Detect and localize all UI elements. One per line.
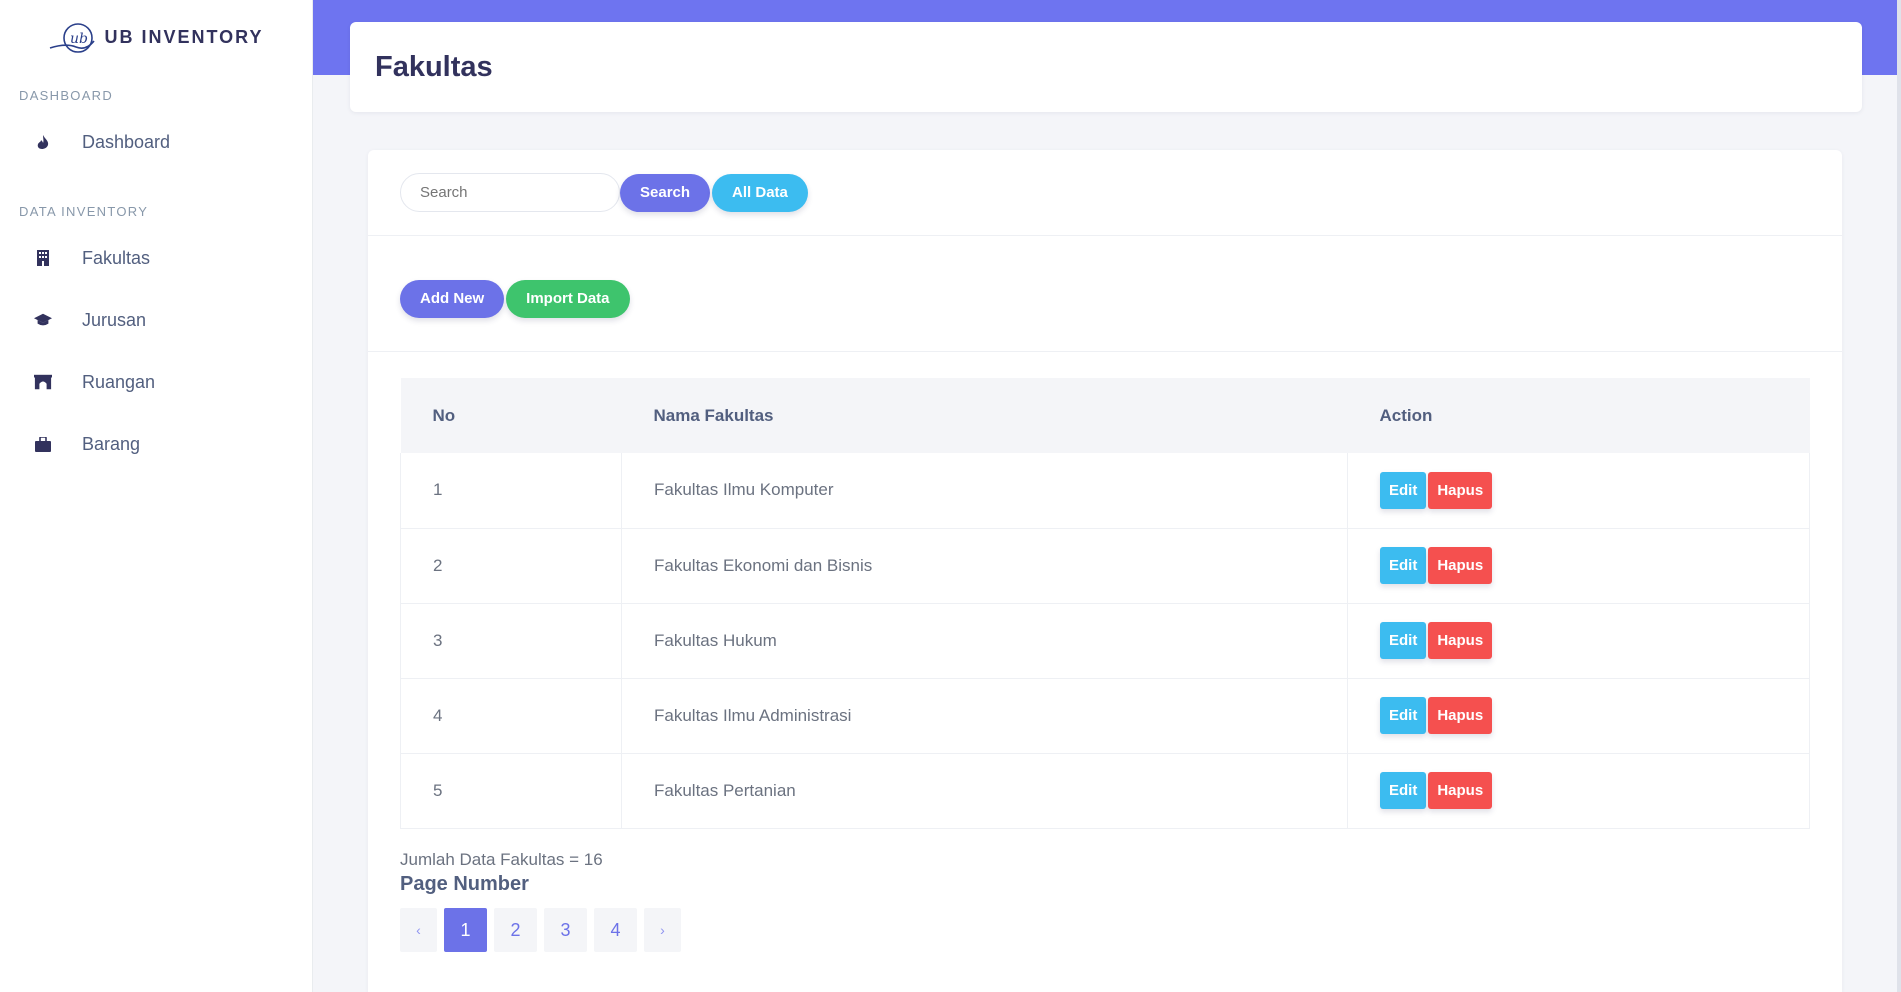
ub-logo-icon: ub [50, 22, 96, 53]
page-button-1[interactable]: 1 [444, 908, 487, 952]
action-bar: Add New Import Data [368, 236, 1842, 352]
cell-action: Edit Hapus [1347, 453, 1810, 528]
sidebar-item-jurusan[interactable]: Jurusan [0, 289, 312, 351]
cell-name: Fakultas Pertanian [621, 753, 1348, 828]
cell-no: 2 [400, 528, 622, 603]
search-bar: Search All Data [368, 150, 1842, 236]
cell-name: Fakultas Hukum [621, 603, 1348, 678]
sidebar-item-barang[interactable]: Barang [0, 413, 312, 475]
table-row: 3 Fakultas Hukum Edit Hapus [400, 603, 1810, 678]
nav-heading-data-inventory: DATA INVENTORY [19, 204, 149, 219]
edit-button[interactable]: Edit [1380, 622, 1427, 659]
cell-name: Fakultas Ilmu Administrasi [621, 678, 1348, 753]
table-header-row: No Nama Fakultas Action [400, 378, 1810, 453]
page-button-3[interactable]: 3 [544, 908, 587, 952]
cell-no: 1 [400, 453, 622, 528]
table-row: 4 Fakultas Ilmu Administrasi Edit Hapus [400, 678, 1810, 753]
delete-button[interactable]: Hapus [1428, 547, 1493, 584]
sidebar-item-label: Fakultas [82, 247, 151, 268]
sidebar: ub UB INVENTORY DASHBOARD Dashboard DATA… [0, 0, 313, 992]
search-button[interactable]: Search [620, 173, 711, 212]
edit-button[interactable]: Edit [1380, 471, 1427, 509]
search-input[interactable] [400, 173, 620, 212]
table-row: 1 Fakultas Ilmu Komputer Edit Hapus [400, 453, 1810, 528]
delete-button[interactable]: Hapus [1428, 697, 1493, 734]
cell-action: Edit Hapus [1347, 603, 1810, 678]
cell-action: Edit Hapus [1347, 753, 1810, 828]
add-new-button[interactable]: Add New [400, 279, 505, 318]
brand[interactable]: ub UB INVENTORY [0, 0, 312, 75]
building-icon [34, 249, 52, 267]
cell-name: Fakultas Ekonomi dan Bisnis [621, 528, 1348, 603]
graduation-cap-icon [34, 311, 52, 329]
edit-button[interactable]: Edit [1380, 772, 1427, 809]
cell-no: 5 [400, 753, 622, 828]
page-header: Fakultas [350, 22, 1862, 112]
cell-action: Edit Hapus [1347, 678, 1810, 753]
sidebar-item-dashboard[interactable]: Dashboard [0, 111, 312, 173]
briefcase-icon [34, 435, 52, 453]
scrollbar-track[interactable] [1897, 0, 1901, 992]
page-button-2[interactable]: 2 [494, 908, 537, 952]
cell-no: 4 [400, 678, 622, 753]
fakultas-table: No Nama Fakultas Action 1 Fakultas Ilmu … [400, 378, 1810, 829]
nav-heading-dashboard: DASHBOARD [19, 88, 114, 103]
total-count: Jumlah Data Fakultas = 16 [400, 850, 603, 869]
sidebar-item-label: Ruangan [82, 371, 156, 392]
brand-logo: ub UB INVENTORY [48, 21, 263, 55]
table-row: 5 Fakultas Pertanian Edit Hapus [400, 753, 1810, 828]
brand-name: UB INVENTORY [104, 27, 264, 47]
sidebar-item-label: Jurusan [82, 309, 147, 330]
table-row: 2 Fakultas Ekonomi dan Bisnis Edit Hapus [400, 528, 1810, 603]
all-data-button[interactable]: All Data [712, 173, 808, 212]
archway-icon [34, 373, 52, 391]
edit-button[interactable]: Edit [1380, 697, 1427, 734]
content-card: Search All Data Add New Import Data No N… [368, 150, 1842, 992]
pagination: ‹ 1 2 3 4 › [400, 908, 681, 952]
page-number-label: Page Number [400, 873, 529, 895]
page-title: Fakultas [375, 50, 493, 83]
next-page-button[interactable]: › [644, 908, 681, 952]
cell-no: 3 [400, 603, 622, 678]
import-data-button[interactable]: Import Data [506, 279, 630, 318]
svg-text:ub: ub [70, 31, 88, 47]
column-header-action: Action [1379, 405, 1433, 425]
delete-button[interactable]: Hapus [1428, 471, 1493, 509]
cell-action: Edit Hapus [1347, 528, 1810, 603]
column-header-nama-fakultas: Nama Fakultas [653, 405, 774, 425]
page-button-4[interactable]: 4 [594, 908, 637, 952]
delete-button[interactable]: Hapus [1428, 772, 1493, 809]
edit-button[interactable]: Edit [1380, 547, 1427, 584]
sidebar-item-label: Dashboard [82, 131, 171, 152]
cell-name: Fakultas Ilmu Komputer [621, 453, 1348, 528]
sidebar-item-ruangan[interactable]: Ruangan [0, 351, 312, 413]
prev-page-button[interactable]: ‹ [400, 908, 437, 952]
sidebar-item-label: Barang [82, 433, 141, 454]
sidebar-item-fakultas[interactable]: Fakultas [0, 227, 312, 289]
fire-icon [34, 133, 52, 151]
column-header-no: No [432, 405, 456, 425]
delete-button[interactable]: Hapus [1428, 622, 1493, 659]
